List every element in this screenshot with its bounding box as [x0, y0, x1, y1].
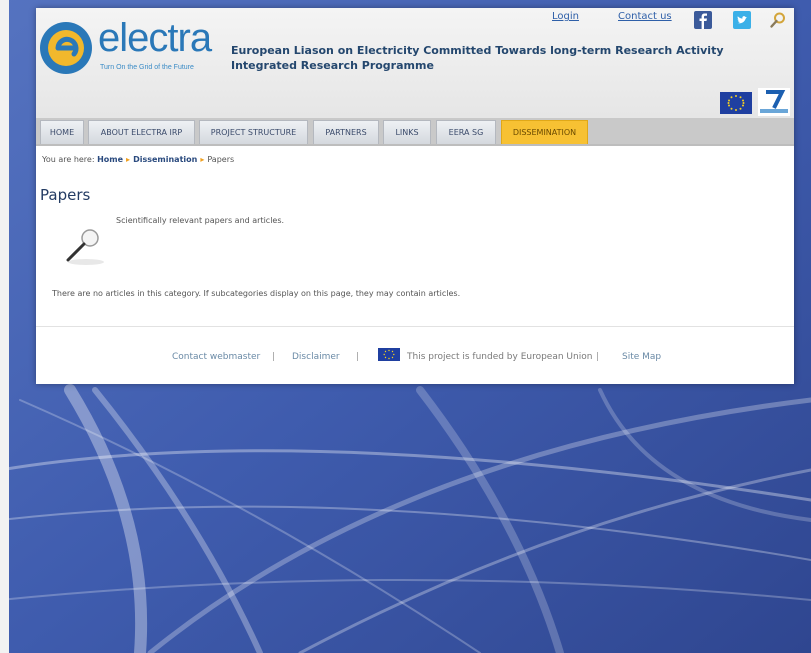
tab-links[interactable]: LINKS [383, 120, 431, 144]
electra-logo[interactable]: electra Turn On the Grid of the Future [38, 16, 228, 78]
search-icon[interactable] [769, 11, 787, 29]
page-container: electra Turn On the Grid of the Future E… [36, 8, 794, 384]
eu-flag-icon [720, 92, 752, 114]
empty-category-notice: There are no articles in this category. … [52, 289, 461, 298]
tab-partners[interactable]: PARTNERS [313, 120, 379, 144]
main-nav: HOME ABOUT ELECTRA IRP PROJECT STRUCTURE… [36, 118, 794, 146]
breadcrumb-prefix: You are here: [42, 155, 95, 164]
footer-separator: | [356, 352, 360, 362]
contact-link[interactable]: Contact us [618, 11, 672, 22]
site-title-line1: European Liason on Electricity Committed… [231, 44, 724, 57]
breadcrumb-separator-icon: ▸ [126, 155, 131, 164]
logo-tagline: Turn On the Grid of the Future [100, 64, 194, 71]
site-header: electra Turn On the Grid of the Future E… [36, 8, 794, 118]
electra-logo-icon [40, 22, 92, 74]
site-title-line2: Integrated Research Programme [231, 59, 434, 72]
contact-webmaster-link[interactable]: Contact webmaster [172, 352, 260, 362]
tab-dissemination[interactable]: DISSEMINATION [501, 120, 588, 144]
eu-funding-text: This project is funded by European Union [407, 352, 593, 362]
login-link[interactable]: Login [552, 11, 579, 22]
tab-home[interactable]: HOME [40, 120, 84, 144]
site-map-link[interactable]: Site Map [622, 352, 661, 362]
disclaimer-link[interactable]: Disclaimer [292, 352, 340, 362]
breadcrumb-home[interactable]: Home [97, 155, 123, 164]
tab-about-electra-irp[interactable]: ABOUT ELECTRA IRP [88, 120, 195, 144]
magnifier-icon [66, 229, 104, 265]
footer-separator: | [272, 352, 276, 362]
logo-text: electra [98, 16, 212, 60]
fp7-logo [758, 88, 790, 116]
site-title: European Liason on Electricity Committed… [231, 43, 724, 73]
breadcrumb-current: Papers [207, 155, 235, 164]
breadcrumb-dissemination[interactable]: Dissemination [133, 155, 197, 164]
tab-project-structure[interactable]: PROJECT STRUCTURE [199, 120, 308, 144]
tab-eera-sg[interactable]: EERA SG [436, 120, 496, 144]
site-footer: Contact webmaster | Disclaimer | This pr… [36, 344, 794, 368]
category-description: Scientifically relevant papers and artic… [116, 216, 285, 225]
page-title: Papers [40, 186, 91, 204]
twitter-icon[interactable] [733, 11, 751, 29]
window-edge [0, 0, 9, 653]
facebook-icon[interactable] [694, 11, 712, 29]
footer-separator: | [596, 352, 600, 362]
breadcrumb: You are here: Home ▸ Dissemination ▸ Papers [42, 155, 234, 164]
eu-flag-small-icon [378, 348, 400, 361]
footer-divider [36, 326, 794, 327]
breadcrumb-separator-icon: ▸ [200, 155, 205, 164]
